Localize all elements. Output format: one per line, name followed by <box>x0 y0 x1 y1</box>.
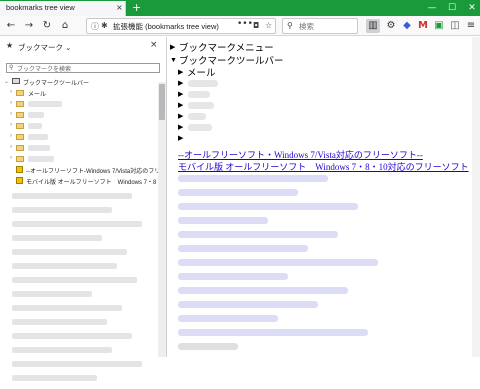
tree-folder-row[interactable]: › <box>0 143 158 154</box>
triangle-right-icon[interactable]: ▶ <box>178 90 183 98</box>
favicon-icon <box>16 166 23 173</box>
blurred-folder-label <box>188 80 218 87</box>
sidebar-close-icon[interactable]: × <box>150 40 158 50</box>
search-placeholder: 検索 <box>299 22 314 31</box>
tab-title: bookmarks tree view <box>6 3 75 12</box>
tree-bookmark-row[interactable]: モバイル版 オールフリーソフト Windows 7・8・10対応... <box>0 176 158 187</box>
tree-folder-row[interactable]: › <box>0 121 158 132</box>
blurred-links <box>178 173 468 357</box>
tree-folder-row[interactable]: › メール <box>0 88 158 99</box>
blurred-label <box>28 101 62 107</box>
sidebar-toggle-icon[interactable]: ▥ <box>366 19 380 33</box>
bookmarks-sidebar: ★ ブックマーク ⌄ × ⚲ ブックマークを検索 ⌄ ブックマークツールバー ›… <box>0 37 167 381</box>
blurred-tree-rows <box>12 189 152 389</box>
triangle-down-icon[interactable]: ▼ <box>170 56 177 64</box>
blurred-label <box>28 123 42 129</box>
extension-icon: ✱ <box>101 21 108 30</box>
tree-label: メール <box>28 92 47 98</box>
folder-icon <box>16 101 24 107</box>
tree-item-menu[interactable]: ブックマークメニュー <box>179 40 274 54</box>
menu-icon[interactable]: ≡ <box>464 19 478 33</box>
bookmark-star-icon[interactable]: ☆ <box>265 21 272 30</box>
tree-bookmark-row[interactable]: --オールフリーソフト-Windows 7/Vista対応のフリーソ... <box>0 165 158 176</box>
chevron-right-icon[interactable]: › <box>10 111 12 117</box>
triangle-right-icon[interactable]: ▶ <box>170 43 175 51</box>
folder-icon <box>16 156 24 162</box>
page-actions-button[interactable]: ••• <box>237 19 253 29</box>
minimize-button[interactable]: — <box>424 0 440 16</box>
chevron-right-icon[interactable]: › <box>10 100 12 106</box>
blurred-folder-label <box>188 102 214 109</box>
forward-button[interactable]: → <box>22 19 36 33</box>
blurred-label <box>28 112 44 118</box>
favicon-icon <box>16 177 23 184</box>
tree-label: ブックマークツールバー <box>23 81 90 87</box>
back-button[interactable]: ← <box>4 19 18 33</box>
folder-icon <box>16 134 24 140</box>
tab-close-icon[interactable]: × <box>116 3 123 12</box>
triangle-right-icon[interactable]: ▶ <box>178 123 183 131</box>
folder-icon <box>16 145 24 151</box>
reload-button[interactable]: ↻ <box>40 19 54 33</box>
close-window-button[interactable]: ✕ <box>464 0 480 16</box>
extension-grey-icon[interactable]: ◫ <box>448 19 462 33</box>
tree-folder-row[interactable]: › <box>0 154 158 165</box>
bookmark-link[interactable]: モバイル版 オールフリーソフト Windows 7・8・10対応のフリーソフト <box>178 160 469 173</box>
sidebar-header: ★ ブックマーク ⌄ × <box>0 37 167 57</box>
extension-blue-icon[interactable]: ◆ <box>400 19 414 33</box>
navigation-toolbar: ← → ↻ ⌂ ⓘ ✱ 拡張機能 (bookmarks tree view) •… <box>0 16 480 36</box>
blurred-label <box>28 134 48 140</box>
extension-green-icon[interactable]: ▣ <box>432 19 446 33</box>
tree-label: モバイル版 オールフリーソフト Windows 7・8・10対応... <box>26 180 158 186</box>
triangle-right-icon[interactable]: ▶ <box>178 101 183 109</box>
content-scrollbar[interactable] <box>472 37 480 357</box>
tree-root-toolbar[interactable]: ⌄ ブックマークツールバー <box>0 77 158 88</box>
sidebar-search-input[interactable]: ⚲ ブックマークを検索 <box>6 63 160 73</box>
pocket-icon[interactable]: ◘ <box>253 21 259 30</box>
folder-icon <box>16 112 24 118</box>
url-bar[interactable]: ⓘ ✱ 拡張機能 (bookmarks tree view) ••• ◘ ☆ <box>86 18 276 34</box>
sidebar-scroll-thumb[interactable] <box>159 84 165 120</box>
tree-folder-row[interactable]: › <box>0 99 158 110</box>
star-icon: ★ <box>6 41 14 50</box>
sidebar-scrollbar[interactable] <box>158 82 166 357</box>
blurred-label <box>28 145 50 151</box>
blurred-folder-label <box>188 113 206 120</box>
folder-icon <box>16 90 24 96</box>
new-tab-button[interactable]: + <box>132 1 141 14</box>
chevron-right-icon[interactable]: › <box>10 155 12 161</box>
blurred-folder-label <box>188 124 212 131</box>
tree-label: --オールフリーソフト-Windows 7/Vista対応のフリーソ... <box>26 169 158 175</box>
bookmarks-tree-content: ▶ ブックマークメニュー ▼ ブックマークツールバー ▶ メール ▶ ▶ ▶ ▶… <box>168 37 480 357</box>
search-icon: ⚲ <box>287 21 293 30</box>
info-icon[interactable]: ⓘ <box>91 21 99 32</box>
active-tab[interactable]: bookmarks tree view × <box>0 1 126 16</box>
tree-item-mail[interactable]: メール <box>187 65 216 79</box>
blurred-label <box>28 156 54 162</box>
blurred-folder-label <box>188 91 210 98</box>
toolbar-folder-icon <box>12 78 20 84</box>
chevron-right-icon[interactable]: › <box>10 89 12 95</box>
triangle-right-icon[interactable]: ▶ <box>178 68 183 76</box>
triangle-right-icon[interactable]: ▶ <box>178 134 183 142</box>
tree-folder-row[interactable]: › <box>0 110 158 121</box>
settings-icon[interactable]: ⚙ <box>384 19 398 33</box>
chevron-right-icon[interactable]: › <box>10 144 12 150</box>
triangle-right-icon[interactable]: ▶ <box>178 79 183 87</box>
search-icon: ⚲ <box>9 64 14 71</box>
folder-icon <box>16 123 24 129</box>
gmail-icon[interactable]: M <box>416 19 430 33</box>
tree-folder-row[interactable]: › <box>0 132 158 143</box>
home-button[interactable]: ⌂ <box>58 19 72 33</box>
triangle-right-icon[interactable]: ▶ <box>178 112 183 120</box>
chevron-right-icon[interactable]: › <box>10 122 12 128</box>
url-text: 拡張機能 (bookmarks tree view) <box>113 22 219 31</box>
search-bar[interactable]: ⚲ 検索 <box>282 18 358 34</box>
sidebar-title[interactable]: ブックマーク ⌄ <box>18 42 71 53</box>
sidebar-search-placeholder: ブックマークを検索 <box>17 67 72 73</box>
chevron-right-icon[interactable]: › <box>10 133 12 139</box>
title-bar: bookmarks tree view × + — ☐ ✕ <box>0 0 480 16</box>
expand-icon[interactable]: ⌄ <box>4 78 9 85</box>
maximize-button[interactable]: ☐ <box>444 0 460 16</box>
